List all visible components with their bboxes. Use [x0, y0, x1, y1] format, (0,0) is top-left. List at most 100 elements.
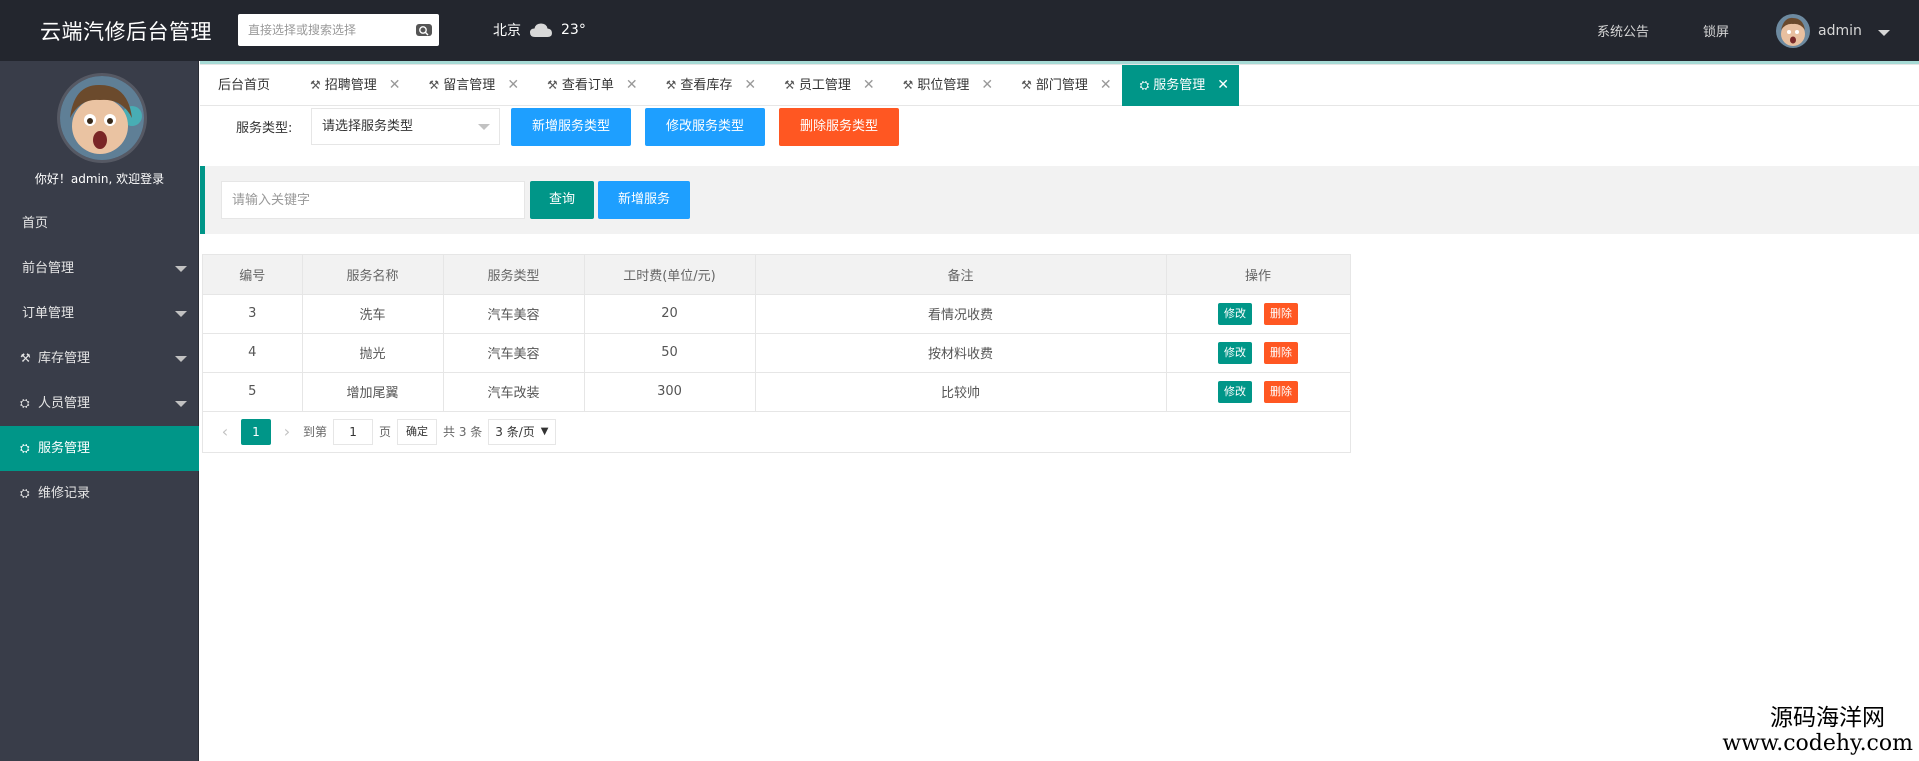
chevron-right-icon[interactable]: ›	[277, 422, 297, 441]
chevron-down-icon	[175, 401, 187, 407]
goto-page-input[interactable]	[333, 418, 374, 445]
service-type-row: 服务类型: 请选择服务类型 新增服务类型 修改服务类型 删除服务类型	[200, 107, 1919, 157]
tab-positions[interactable]: ⚒ 职位管理 ✕	[885, 65, 1004, 106]
service-type-select[interactable]: 请选择服务类型	[311, 108, 500, 145]
tab-bar: 后台首页 ⚒ 招聘管理 ✕ ⚒ 留言管理 ✕ ⚒ 查看订单 ✕ ⚒ 查看库存 ✕…	[200, 64, 1919, 106]
tab-recruitment[interactable]: ⚒ 招聘管理 ✕	[292, 65, 411, 106]
cell-actions: 修改 删除	[1165, 332, 1351, 373]
users-icon: ⛭	[20, 441, 30, 455]
close-icon[interactable]: ✕	[626, 65, 638, 106]
sidebar-item-frontend[interactable]: 前台管理	[0, 246, 199, 291]
username: admin	[1818, 23, 1862, 39]
tab-label: 查看订单	[561, 78, 614, 93]
tab-messages[interactable]: ⚒ 留言管理 ✕	[411, 65, 530, 106]
cell-name: 洗车	[301, 293, 444, 334]
global-search-input[interactable]	[238, 14, 403, 46]
sidebar-item-service[interactable]: ⛭ 服务管理	[0, 426, 199, 471]
delete-service-type-button[interactable]: 删除服务类型	[779, 108, 899, 146]
delete-button[interactable]: 删除	[1264, 302, 1298, 325]
cell-id: 5	[203, 371, 303, 412]
sidebar-item-label: 维修记录	[38, 486, 91, 501]
sidebar-item-inventory[interactable]: ⚒ 库存管理	[0, 336, 199, 381]
cell-type: 汽车改装	[442, 371, 585, 412]
tab-label: 招聘管理	[324, 78, 377, 93]
cell-note: 按材料收费	[754, 332, 1167, 373]
close-icon[interactable]: ✕	[981, 65, 993, 106]
cell-fee: 300	[583, 371, 756, 412]
edit-button[interactable]: 修改	[1218, 380, 1252, 403]
cell-note: 看情况收费	[754, 293, 1167, 334]
global-search[interactable]	[238, 14, 439, 46]
user-menu[interactable]: admin	[1776, 14, 1890, 48]
add-service-button[interactable]: 新增服务	[598, 181, 690, 219]
chevron-down-icon: ▼	[540, 425, 549, 437]
close-icon[interactable]: ✕	[389, 65, 401, 106]
sidebar-item-home[interactable]: 首页	[0, 201, 199, 246]
column-header: 备注	[754, 255, 1167, 295]
add-service-type-button[interactable]: 新增服务类型	[511, 108, 631, 146]
tab-label: 职位管理	[917, 78, 970, 93]
close-icon[interactable]: ✕	[744, 65, 756, 106]
sidebar-item-staff[interactable]: ⛭ 人员管理	[0, 381, 199, 426]
page-size-value: 3 条/页	[495, 424, 535, 439]
table-row: 4 抛光 汽车美容 50 按材料收费 修改 删除	[203, 332, 1351, 373]
table-row: 3 洗车 汽车美容 20 看情况收费 修改 删除	[203, 293, 1351, 334]
notice-link[interactable]: 系统公告	[1597, 21, 1649, 40]
current-page[interactable]: 1	[241, 418, 271, 445]
tab-label: 留言管理	[443, 78, 496, 93]
edit-service-type-button[interactable]: 修改服务类型	[645, 108, 765, 146]
tab-view-orders[interactable]: ⚒ 查看订单 ✕	[529, 65, 648, 106]
page-size-select[interactable]: 3 条/页 ▼	[488, 418, 556, 445]
tab-departments[interactable]: ⚒ 部门管理 ✕	[1003, 65, 1122, 106]
chevron-down-icon	[1877, 29, 1890, 36]
tab-label: 服务管理	[1153, 78, 1206, 93]
query-button[interactable]: 查询	[530, 181, 594, 219]
tools-icon: ⚒	[665, 78, 677, 92]
close-icon[interactable]: ✕	[1217, 65, 1229, 106]
tab-label: 查看库存	[680, 78, 733, 93]
column-header: 编号	[203, 255, 303, 295]
confirm-page-button[interactable]: 确定	[397, 418, 438, 445]
service-type-select-value: 请选择服务类型	[322, 119, 414, 134]
tab-view-inventory[interactable]: ⚒ 查看库存 ✕	[648, 65, 767, 106]
tab-home[interactable]: 后台首页	[200, 65, 292, 106]
delete-button[interactable]: 删除	[1264, 341, 1298, 364]
cell-name: 增加尾翼	[301, 371, 444, 412]
users-icon: ⛭	[20, 486, 30, 500]
table-row: 5 增加尾翼 汽车改装 300 比较帅 修改 删除	[203, 371, 1351, 412]
tab-service-management[interactable]: ⛭ 服务管理 ✕	[1121, 65, 1239, 106]
watermark-url: www.codehy.com	[1722, 731, 1913, 756]
keyword-input[interactable]	[221, 181, 525, 219]
cell-type: 汽车美容	[442, 293, 585, 334]
close-icon[interactable]: ✕	[863, 65, 875, 106]
sidebar-item-orders[interactable]: 订单管理	[0, 291, 199, 336]
goto-label: 到第	[303, 425, 328, 439]
lock-screen-link[interactable]: 锁屏	[1703, 21, 1729, 40]
close-icon[interactable]: ✕	[507, 65, 519, 106]
chevron-down-icon	[175, 311, 187, 317]
sidebar-item-label: 人员管理	[38, 396, 91, 411]
sidebar-item-label: 订单管理	[22, 306, 75, 321]
column-header: 操作	[1165, 255, 1351, 295]
page-unit-label: 页	[379, 425, 392, 439]
tab-label: 员工管理	[798, 78, 851, 93]
edit-button[interactable]: 修改	[1218, 302, 1252, 325]
greeting-text: 你好！admin, 欢迎登录	[34, 172, 165, 186]
tools-icon: ⚒	[428, 78, 440, 92]
close-icon[interactable]: ✕	[1100, 65, 1112, 106]
sidebar-menu: 首页 前台管理 订单管理 ⚒ 库存管理 ⛭ 人员管理 ⛭ 服务管理 ⛭ 维修记录	[0, 201, 199, 516]
edit-button[interactable]: 修改	[1218, 341, 1252, 364]
total-count: 共 3 条	[443, 425, 483, 439]
column-header: 服务名称	[301, 255, 444, 295]
search-icon[interactable]	[415, 21, 433, 39]
chevron-left-icon[interactable]: ‹	[215, 422, 235, 441]
cell-note: 比较帅	[754, 371, 1167, 412]
service-type-label: 服务类型:	[236, 121, 293, 136]
tools-icon: ⚒	[20, 351, 31, 365]
sidebar-item-label: 库存管理	[38, 351, 91, 366]
delete-button[interactable]: 删除	[1264, 380, 1298, 403]
tools-icon: ⚒	[902, 78, 914, 92]
sidebar-item-repair-records[interactable]: ⛭ 维修记录	[0, 471, 199, 516]
tab-employees[interactable]: ⚒ 员工管理 ✕	[766, 65, 885, 106]
cloud-icon	[530, 23, 552, 37]
